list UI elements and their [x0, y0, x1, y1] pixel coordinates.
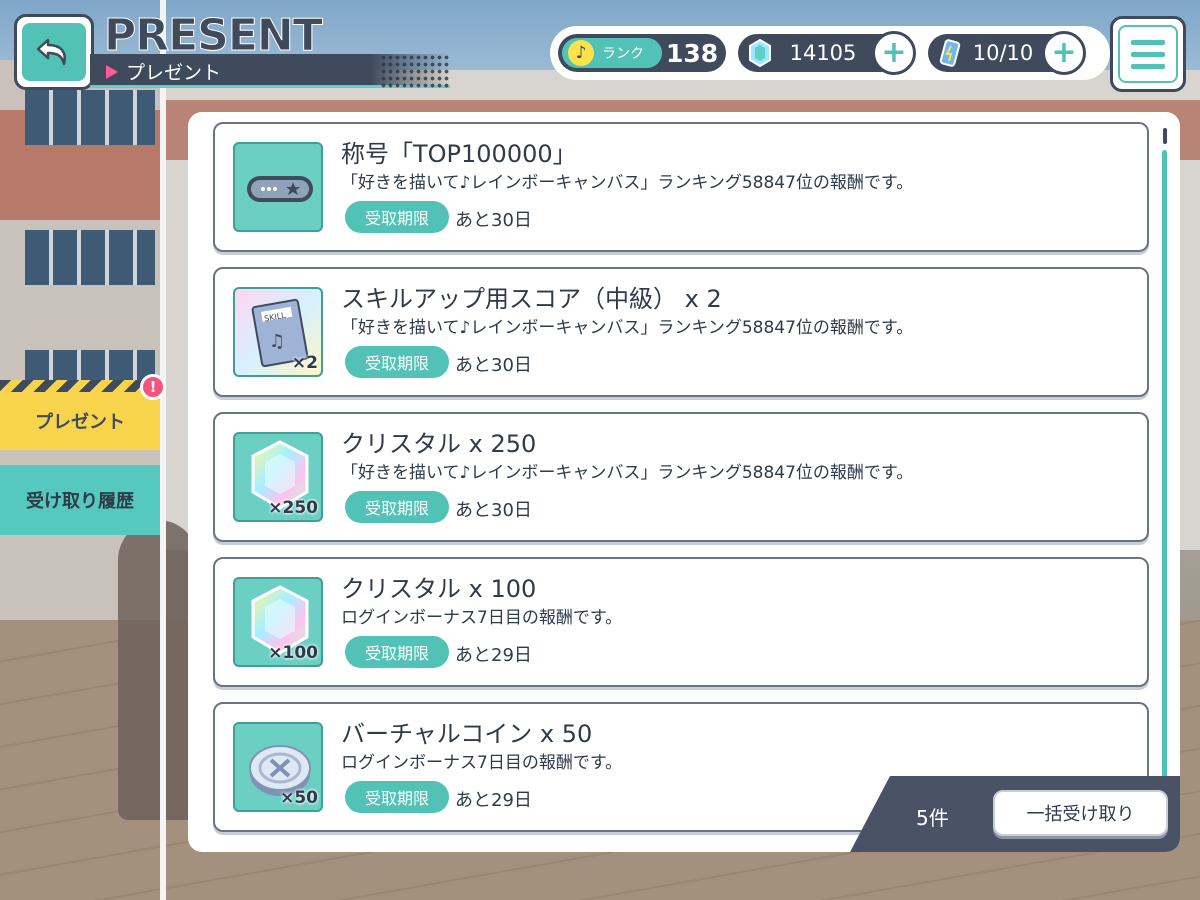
item-quantity: ×50: [280, 788, 318, 808]
scrollbar[interactable]: [1162, 150, 1167, 810]
item-thumbnail: SKILL ♫ ×2: [233, 287, 323, 377]
tab-history[interactable]: 受け取り履歴: [0, 465, 160, 535]
back-button[interactable]: [14, 14, 94, 90]
add-crystal-button[interactable]: +: [872, 31, 916, 75]
item-description: 「好きを描いて♪レインボーキャンバス」ランキング58847位の報酬です。: [341, 173, 914, 193]
item-description: ログインボーナス7日目の報酬です。: [341, 753, 623, 773]
tab-present-label: プレゼント: [35, 412, 125, 433]
divider-line: [160, 0, 166, 900]
crystal-display: 14105 +: [738, 31, 916, 75]
character-silhouette: [118, 520, 198, 820]
item-quantity: ×250: [268, 498, 318, 518]
item-quantity: ×2: [291, 353, 318, 373]
item-name: スキルアップ用スコア（中級） x 2: [341, 285, 722, 313]
tab-present[interactable]: プレゼント !: [0, 374, 166, 450]
limit-badge: 受取期限: [345, 781, 449, 813]
item-thumbnail: ×50: [233, 722, 323, 812]
bulk-receive-button[interactable]: 一括受け取り: [993, 790, 1168, 836]
back-arrow-icon: [36, 38, 66, 66]
item-description: 「好きを描いて♪レインボーキャンバス」ランキング58847位の報酬です。: [341, 318, 914, 338]
rank-label: ランク: [602, 46, 644, 62]
energy-display: 10/10 +: [928, 31, 1086, 75]
tab-history-label: 受け取り履歴: [26, 491, 134, 512]
svg-text:♫: ♫: [269, 331, 285, 352]
hamburger-icon: [1118, 25, 1178, 83]
item-name: バーチャルコイン x 50: [341, 720, 593, 748]
limit-remaining: あと30日: [455, 210, 532, 231]
item-thumbnail: ×250: [233, 432, 323, 522]
tab-stripe: [0, 380, 160, 392]
limit-badge: 受取期限: [345, 636, 449, 668]
limit-remaining: あと29日: [455, 790, 532, 811]
limit-badge: 受取期限: [345, 346, 449, 378]
present-count: 5件: [916, 806, 949, 830]
item-description: 「好きを描いて♪レインボーキャンバス」ランキング58847位の報酬です。: [341, 463, 914, 483]
item-name: 称号「TOP100000」: [341, 140, 577, 168]
menu-button[interactable]: [1110, 16, 1186, 92]
item-name: クリスタル x 250: [341, 430, 537, 458]
notification-badge: !: [140, 374, 166, 400]
limit-badge: 受取期限: [345, 201, 449, 233]
limit-remaining: あと29日: [455, 645, 532, 666]
add-energy-button[interactable]: +: [1042, 31, 1086, 75]
scrollbar-cap: [1163, 128, 1167, 144]
present-item[interactable]: ×100 クリスタル x 100 ログインボーナス7日目の報酬です。 受取期限 …: [213, 557, 1149, 687]
present-item[interactable]: 称号「TOP100000」 「好きを描いて♪レインボーキャンバス」ランキング58…: [213, 122, 1149, 252]
title-plate-icon: [247, 176, 313, 202]
triangle-icon: [106, 64, 118, 79]
limit-remaining: あと30日: [455, 500, 532, 521]
rank-display: ♪ ランク 138: [558, 34, 726, 72]
item-thumbnail: [233, 142, 323, 232]
item-description: ログインボーナス7日目の報酬です。: [341, 608, 623, 628]
rank-value: 138: [666, 38, 719, 68]
limit-remaining: あと30日: [455, 355, 532, 376]
item-quantity: ×100: [268, 643, 318, 663]
limit-badge: 受取期限: [345, 491, 449, 523]
item-name: クリスタル x 100: [341, 575, 537, 603]
page-subtitle: プレゼント: [106, 58, 221, 85]
item-thumbnail: ×100: [233, 577, 323, 667]
present-item[interactable]: ×250 クリスタル x 250 「好きを描いて♪レインボーキャンバス」ランキン…: [213, 412, 1149, 542]
crystal-icon: [749, 39, 771, 67]
music-note-icon: ♪: [568, 40, 594, 66]
present-item[interactable]: SKILL ♫ ×2 スキルアップ用スコア（中級） x 2 「好きを描いて♪レイ…: [213, 267, 1149, 397]
energy-drink-icon: [939, 39, 961, 67]
